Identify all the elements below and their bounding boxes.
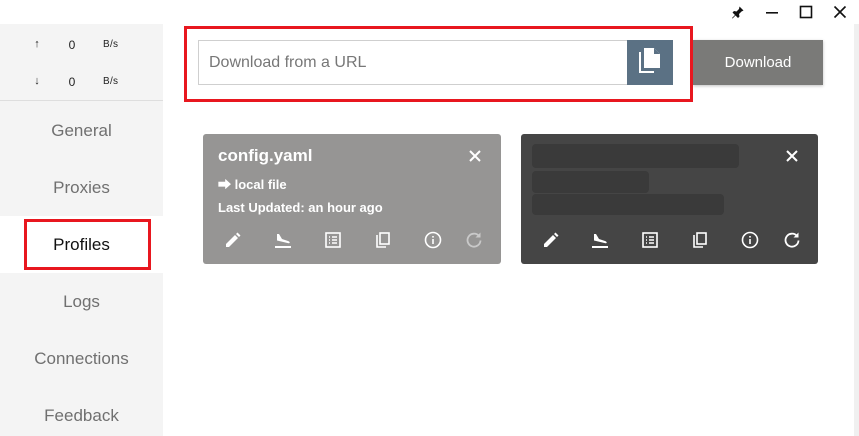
- download-arrow-icon: ↓: [34, 75, 40, 87]
- minimize-icon[interactable]: [755, 0, 789, 24]
- profile-actions: [521, 228, 818, 252]
- upload-value: 0: [68, 38, 76, 52]
- download-button[interactable]: Download: [693, 40, 823, 85]
- scrollbar-track[interactable]: [854, 24, 859, 436]
- maximize-icon[interactable]: [789, 0, 823, 24]
- download-value: 0: [68, 75, 76, 89]
- sidebar-item-general[interactable]: General: [0, 102, 163, 159]
- profile-type: ⮕ local file: [218, 177, 287, 192]
- profile-card[interactable]: config.yaml ⮕ local file Last Updated: a…: [203, 134, 501, 264]
- redacted-profile-type: [532, 171, 649, 193]
- info-icon[interactable]: [421, 228, 445, 252]
- profile-card-selected[interactable]: [521, 134, 818, 264]
- sidebar-item-connections[interactable]: Connections: [0, 330, 163, 387]
- list-icon[interactable]: [321, 228, 345, 252]
- copy-icon[interactable]: [688, 228, 712, 252]
- profile-updated: Last Updated: an hour ago: [218, 200, 383, 215]
- app-window: ↑ 0 B/s ↓ 0 B/s General Proxies Profiles…: [0, 0, 859, 436]
- sidebar-item-feedback[interactable]: Feedback: [0, 387, 163, 436]
- upload-speed: ↑ 0 B/s: [0, 36, 163, 56]
- profile-name: config.yaml: [218, 146, 313, 165]
- refresh-icon[interactable]: [462, 228, 486, 252]
- upload-arrow-icon: ↑: [34, 38, 40, 50]
- download-unit: B/s: [103, 76, 119, 87]
- close-icon[interactable]: [782, 146, 802, 166]
- upload-unit: B/s: [103, 39, 119, 50]
- refresh-icon[interactable]: [780, 228, 804, 252]
- highlight-box-profiles: [24, 219, 151, 270]
- edit-icon[interactable]: [221, 228, 245, 252]
- plane-landing-icon[interactable]: [588, 228, 612, 252]
- pin-icon[interactable]: [721, 0, 755, 24]
- highlight-box-url-bar: [184, 26, 693, 102]
- info-icon[interactable]: [738, 228, 762, 252]
- list-icon[interactable]: [638, 228, 662, 252]
- close-icon[interactable]: [823, 0, 857, 24]
- plane-landing-icon[interactable]: [271, 228, 295, 252]
- edit-icon[interactable]: [539, 228, 563, 252]
- download-speed: ↓ 0 B/s: [0, 73, 163, 93]
- redacted-profile-name: [532, 144, 739, 168]
- sidebar-item-proxies[interactable]: Proxies: [0, 159, 163, 216]
- title-bar: [0, 0, 859, 24]
- copy-icon[interactable]: [371, 228, 395, 252]
- redacted-profile-updated: [532, 194, 724, 215]
- traffic-monitor: ↑ 0 B/s ↓ 0 B/s: [0, 24, 163, 101]
- sidebar-item-logs[interactable]: Logs: [0, 273, 163, 330]
- close-icon[interactable]: [465, 146, 485, 166]
- profile-actions: [203, 228, 501, 252]
